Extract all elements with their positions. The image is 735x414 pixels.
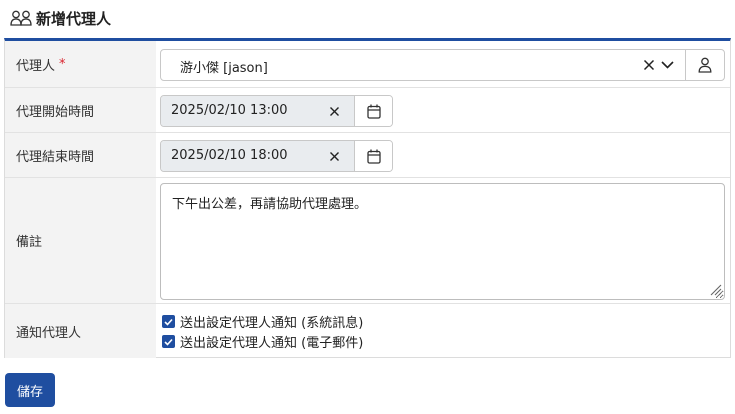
calendar-icon [366, 104, 381, 119]
notify-system-label: 送出設定代理人通知 (系統訊息) [180, 316, 364, 331]
calendar-icon [366, 149, 381, 164]
start-time-input[interactable]: 2025/02/10 13:00 [161, 96, 355, 126]
end-time-input[interactable]: 2025/02/10 18:00 [161, 141, 355, 171]
agent-label-text: 代理人 [16, 58, 56, 74]
notify-email-checkbox[interactable] [162, 335, 175, 348]
notify-email-label: 送出設定代理人通知 (電子郵件) [180, 336, 364, 351]
notify-row: 通知代理人 送出設定代理人通知 (系統訊息) 送出設定代理人通知 (電子郵件) [5, 304, 730, 358]
start-time-row: 代理開始時間 2025/02/10 13:00 [5, 88, 730, 133]
save-button[interactable]: 儲存 [5, 373, 55, 407]
start-time-label: 代理開始時間 [5, 88, 156, 132]
agent-select[interactable]: 游小傑 [jason] [160, 49, 725, 81]
notify-label: 通知代理人 [5, 304, 156, 358]
notify-system-option[interactable]: 送出設定代理人通知 (系統訊息) [162, 312, 363, 331]
required-mark: * [59, 56, 66, 72]
clear-icon[interactable] [327, 103, 341, 119]
user-picker-button[interactable] [686, 50, 724, 80]
end-time-value: 2025/02/10 18:00 [171, 148, 288, 163]
start-time-picker: 2025/02/10 13:00 [160, 95, 393, 127]
page-header: 新增代理人 [10, 6, 111, 30]
check-icon [164, 338, 173, 346]
page-title: 新增代理人 [36, 9, 112, 28]
end-time-label: 代理結束時間 [5, 133, 156, 177]
agent-form: 代理人 * 游小傑 [jason] 代理開始時間 2025/02/10 13:0… [4, 38, 731, 358]
end-time-row: 代理結束時間 2025/02/10 18:00 [5, 133, 730, 178]
end-time-picker: 2025/02/10 18:00 [160, 140, 393, 172]
remark-textarea[interactable]: 下午出公差，再請協助代理處理。 [160, 183, 725, 300]
chevron-down-icon[interactable] [659, 56, 675, 74]
agent-value: 游小傑 [jason] [180, 61, 268, 76]
check-icon [164, 318, 173, 326]
remark-label: 備註 [5, 178, 156, 303]
agent-row: 代理人 * 游小傑 [jason] [5, 41, 730, 88]
start-time-value: 2025/02/10 13:00 [171, 103, 288, 118]
notify-email-option[interactable]: 送出設定代理人通知 (電子郵件) [162, 332, 363, 351]
clear-icon[interactable] [642, 56, 656, 74]
user-icon [698, 57, 712, 73]
clear-icon[interactable] [327, 148, 341, 164]
notify-system-checkbox[interactable] [162, 315, 175, 328]
remark-row: 備註 下午出公差，再請協助代理處理。 [5, 178, 730, 304]
users-icon [10, 9, 32, 27]
agent-label: 代理人 * [5, 41, 156, 87]
start-calendar-button[interactable] [355, 96, 392, 126]
end-calendar-button[interactable] [355, 141, 392, 171]
